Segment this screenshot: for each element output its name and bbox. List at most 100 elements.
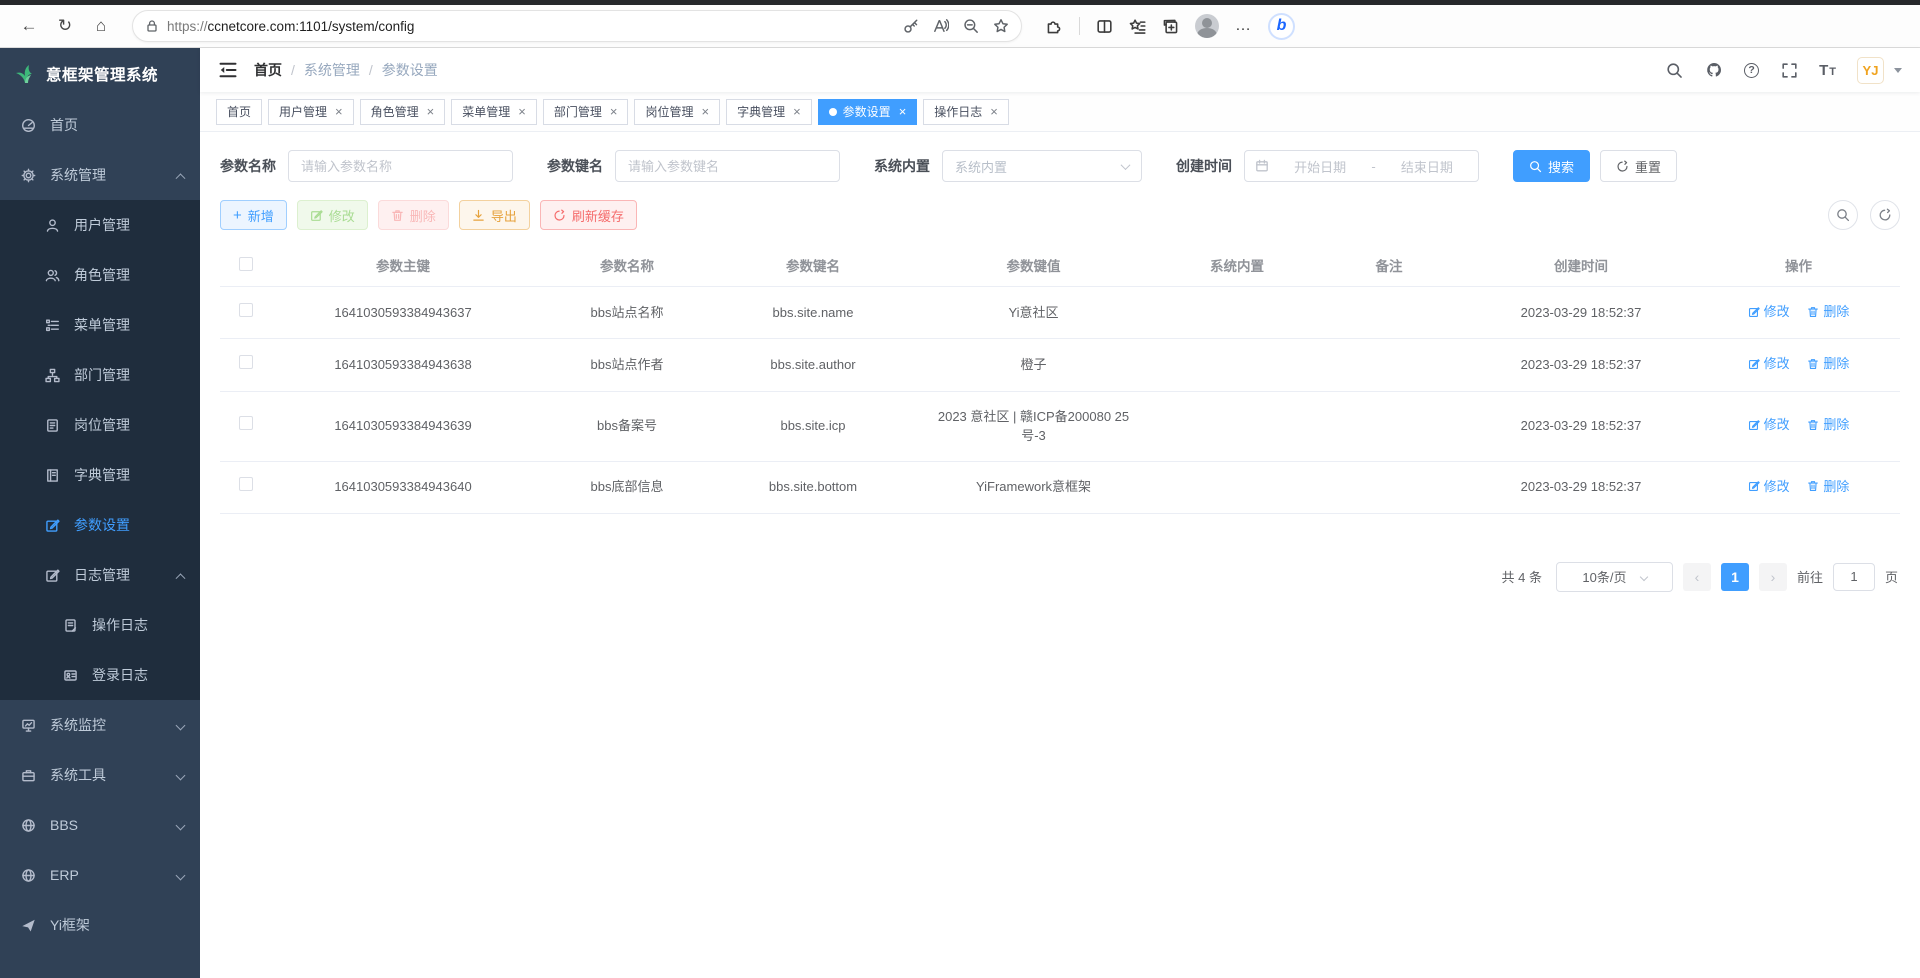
split-screen-icon[interactable] [1096,18,1113,35]
delete-button[interactable]: 删除 [378,200,449,230]
sidebar-item-label: 系统管理 [50,165,106,185]
breadcrumb-system-mgmt[interactable]: 系统管理 [304,60,360,80]
date-end-placeholder[interactable]: 结束日期 [1386,157,1468,176]
tab-close-icon[interactable]: × [899,104,907,119]
date-start-placeholder[interactable]: 开始日期 [1279,157,1361,176]
sidebar-item-login-log[interactable]: 登录日志 [0,650,200,700]
avatar-dropdown-caret[interactable] [1894,68,1902,73]
page-number-1[interactable]: 1 [1721,563,1749,591]
sidebar-item-system-monitor[interactable]: 系统监控 [0,700,200,750]
sidebar-item-param-config[interactable]: 参数设置 [0,500,200,550]
tab-close-icon[interactable]: × [427,104,435,119]
breadcrumb-home[interactable]: 首页 [254,60,282,80]
sidebar-item-log-mgmt[interactable]: 日志管理 [0,550,200,600]
sidebar-item-user-mgmt[interactable]: 用户管理 [0,200,200,250]
date-range-picker[interactable]: 开始日期 - 结束日期 [1244,150,1479,182]
tab-user-mgmt[interactable]: 用户管理× [268,99,354,125]
row-checkbox[interactable] [239,416,253,430]
param-name-input[interactable] [288,150,513,182]
fullscreen-icon[interactable] [1779,60,1799,80]
sidebar-item-bbs[interactable]: BBS [0,800,200,850]
extensions-icon[interactable] [1046,18,1063,35]
sidebar-item-role-mgmt[interactable]: 角色管理 [0,250,200,300]
tab-dict-mgmt[interactable]: 字典管理× [726,99,812,125]
sidebar-item-label: 字典管理 [74,465,130,485]
table-row[interactable]: 1641030593384943639 bbs备案号 bbs.site.icp … [220,391,1900,461]
tab-role-mgmt[interactable]: 角色管理× [360,99,446,125]
tab-close-icon[interactable]: × [701,104,709,119]
reset-button[interactable]: 重置 [1600,150,1677,182]
select-all-checkbox[interactable] [239,257,253,271]
tab-post-mgmt[interactable]: 岗位管理× [634,99,720,125]
browser-profile-avatar[interactable] [1195,14,1219,38]
tab-close-icon[interactable]: × [990,104,998,119]
row-checkbox[interactable] [239,477,253,491]
github-icon[interactable] [1704,60,1724,80]
page-size-select[interactable]: 10条/页 [1556,562,1673,592]
sidebar-item-dept-mgmt[interactable]: 部门管理 [0,350,200,400]
tab-close-icon[interactable]: × [610,104,618,119]
sidebar-item-home[interactable]: 首页 [0,100,200,150]
sidebar-item-menu-mgmt[interactable]: 菜单管理 [0,300,200,350]
param-key-input[interactable] [615,150,840,182]
row-delete-link[interactable]: 删除 [1807,302,1849,322]
read-aloud-icon[interactable] [933,18,949,34]
browser-back-button[interactable]: ← [14,11,44,41]
sidebar-item-operation-log[interactable]: 操作日志 [0,600,200,650]
builtin-select[interactable]: 系统内置 [942,150,1142,182]
row-delete-link[interactable]: 删除 [1807,354,1849,374]
tab-close-icon[interactable]: × [518,104,526,119]
row-edit-link[interactable]: 修改 [1748,302,1790,322]
font-size-icon[interactable]: TT [1819,62,1837,79]
table-search-toggle-button[interactable] [1828,200,1858,230]
row-edit-link[interactable]: 修改 [1748,477,1790,497]
export-button[interactable]: 导出 [459,200,530,230]
row-edit-link[interactable]: 修改 [1748,415,1790,435]
row-delete-link[interactable]: 删除 [1807,415,1849,435]
goto-page-input[interactable] [1833,563,1875,591]
zoom-out-icon[interactable] [963,18,979,34]
favorites-bar-icon[interactable] [1129,18,1146,35]
tab-dept-mgmt[interactable]: 部门管理× [543,99,629,125]
tab-menu-mgmt[interactable]: 菜单管理× [451,99,537,125]
row-checkbox[interactable] [239,355,253,369]
browser-refresh-button[interactable]: ↻ [50,11,80,41]
edit-button[interactable]: 修改 [297,200,368,230]
table-row[interactable]: 1641030593384943640 bbs底部信息 bbs.site.bot… [220,461,1900,513]
tab-close-icon[interactable]: × [793,104,801,119]
password-key-icon[interactable] [903,18,919,34]
sidebar-item-post-mgmt[interactable]: 岗位管理 [0,400,200,450]
tab-operation-log[interactable]: 操作日志× [923,99,1009,125]
sidebar-item-system-mgmt[interactable]: 系统管理 [0,150,200,200]
sidebar-collapse-icon[interactable] [218,60,238,80]
next-page-button[interactable]: › [1759,563,1787,591]
row-checkbox[interactable] [239,303,253,317]
table-row[interactable]: 1641030593384943638 bbs站点作者 bbs.site.aut… [220,339,1900,391]
search-button[interactable]: 搜索 [1513,150,1590,182]
browser-address-bar[interactable]: https://ccnetcore.com:1101/system/config [132,10,1022,42]
help-icon[interactable]: ? [1744,63,1759,78]
sidebar-item-dict-mgmt[interactable]: 字典管理 [0,450,200,500]
bing-chat-icon[interactable]: b [1268,13,1295,40]
table-refresh-button[interactable] [1870,200,1900,230]
row-delete-link[interactable]: 删除 [1807,477,1849,497]
lock-icon[interactable] [145,19,159,33]
url-text[interactable]: https://ccnetcore.com:1101/system/config [167,19,895,34]
row-edit-link[interactable]: 修改 [1748,354,1790,374]
browser-home-button[interactable]: ⌂ [86,11,116,41]
refresh-cache-button[interactable]: 刷新缓存 [540,200,637,230]
sidebar-item-system-tools[interactable]: 系统工具 [0,750,200,800]
tab-param-config[interactable]: 参数设置× [818,99,918,125]
add-button[interactable]: + 新增 [220,200,287,230]
user-avatar[interactable]: YJ [1857,57,1884,84]
browser-more-menu[interactable]: … [1235,17,1252,35]
sidebar-item-erp[interactable]: ERP [0,850,200,900]
tab-close-icon[interactable]: × [335,104,343,119]
collections-icon[interactable] [1162,18,1179,35]
tab-home[interactable]: 首页 [216,99,262,125]
sidebar-item-yi-framework[interactable]: Yi框架 [0,900,200,950]
favorite-star-icon[interactable] [993,18,1009,34]
header-search-icon[interactable] [1664,60,1684,80]
table-row[interactable]: 1641030593384943637 bbs站点名称 bbs.site.nam… [220,287,1900,339]
prev-page-button[interactable]: ‹ [1683,563,1711,591]
